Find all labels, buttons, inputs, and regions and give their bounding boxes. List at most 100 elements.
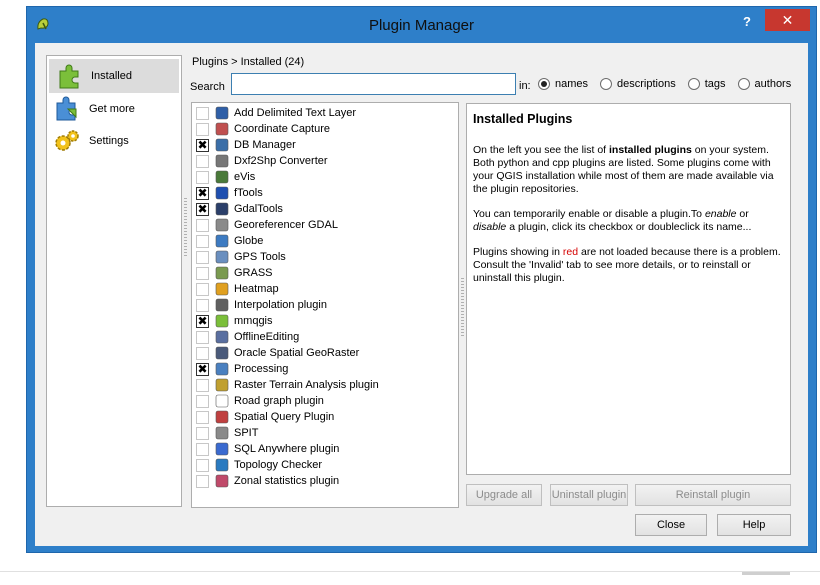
plugin-row[interactable]: OfflineEditing xyxy=(192,329,458,345)
search-input[interactable] xyxy=(231,73,516,95)
plugin-manager-window: Plugin Manager ? ✕ Installed Get more Se… xyxy=(26,6,817,553)
plugin-name: Globe xyxy=(234,235,264,247)
plugin-enable-checkbox[interactable] xyxy=(196,298,209,312)
plugin-enable-checkbox[interactable] xyxy=(196,106,209,120)
plugin-row[interactable]: ✖ mmqgis xyxy=(192,313,458,329)
nav-item-label: Get more xyxy=(89,103,135,115)
plugin-enable-checkbox[interactable] xyxy=(196,426,209,440)
plugin-row[interactable]: SPIT xyxy=(192,425,458,441)
plugin-row[interactable]: eVis xyxy=(192,169,458,185)
plugin-row[interactable]: ✖ fTools xyxy=(192,185,458,201)
category-list: Installed Get more Settings xyxy=(46,55,182,507)
plugin-row[interactable]: ✖ DB Manager xyxy=(192,137,458,153)
radio-indicator[interactable] xyxy=(687,78,700,90)
nav-splitter-handle[interactable] xyxy=(184,198,187,258)
plugin-enable-checkbox[interactable] xyxy=(196,394,209,408)
plugin-enable-checkbox[interactable] xyxy=(196,442,209,456)
radio-names[interactable]: names xyxy=(538,78,588,90)
radio-authors[interactable]: authors xyxy=(737,78,792,90)
help-button[interactable]: Help xyxy=(717,514,791,536)
plugin-row[interactable]: Interpolation plugin xyxy=(192,297,458,313)
plugin-row[interactable]: Zonal statistics plugin xyxy=(192,473,458,489)
plugin-enable-checkbox[interactable] xyxy=(196,330,209,344)
plugin-enable-checkbox[interactable] xyxy=(196,122,209,136)
radio-indicator[interactable] xyxy=(538,78,550,90)
plugin-enable-checkbox[interactable] xyxy=(196,378,209,392)
spatial-query-icon xyxy=(215,410,229,424)
plugin-enable-checkbox[interactable] xyxy=(196,218,209,232)
plugin-row[interactable]: ✖ GdalTools xyxy=(192,201,458,217)
plugin-row[interactable]: GRASS xyxy=(192,265,458,281)
plugin-enable-checkbox[interactable]: ✖ xyxy=(196,202,209,216)
nav-item-installed[interactable]: Installed xyxy=(49,59,179,93)
radio-label: tags xyxy=(704,78,726,90)
plugin-enable-checkbox[interactable] xyxy=(196,170,209,184)
nav-item-settings[interactable]: Settings xyxy=(47,125,181,157)
horizontal-scroll-thumb[interactable] xyxy=(742,572,790,575)
offline-editing-icon xyxy=(215,330,229,344)
plugin-enable-checkbox[interactable] xyxy=(196,250,209,264)
plugin-row[interactable]: Georeferencer GDAL xyxy=(192,217,458,233)
plugin-name: eVis xyxy=(234,171,256,183)
plugin-name: Topology Checker xyxy=(234,459,323,471)
upgrade-all-button[interactable]: Upgrade all xyxy=(466,484,542,506)
plugin-row[interactable]: Topology Checker xyxy=(192,457,458,473)
plugin-name: SPIT xyxy=(234,427,259,439)
gdal-icon xyxy=(215,202,229,216)
plugin-enable-checkbox[interactable]: ✖ xyxy=(196,138,209,152)
reinstall-plugin-button[interactable]: Reinstall plugin xyxy=(635,484,791,506)
plugin-enable-checkbox[interactable] xyxy=(196,458,209,472)
plugin-row[interactable]: Heatmap xyxy=(192,281,458,297)
plugin-enable-checkbox[interactable]: ✖ xyxy=(196,186,209,200)
radio-indicator[interactable] xyxy=(737,78,750,90)
plugin-name: mmqgis xyxy=(234,315,273,327)
plugin-row[interactable]: Spatial Query Plugin xyxy=(192,409,458,425)
gears-settings-icon xyxy=(55,130,79,151)
plugin-row[interactable]: GPS Tools xyxy=(192,249,458,265)
plugin-enable-checkbox[interactable] xyxy=(196,266,209,280)
plugin-name: Processing xyxy=(234,363,289,375)
radio-tags[interactable]: tags xyxy=(687,78,726,90)
nav-item-get-more[interactable]: Get more xyxy=(47,93,181,125)
plugin-row[interactable]: Raster Terrain Analysis plugin xyxy=(192,377,458,393)
plugin-row[interactable]: Add Delimited Text Layer xyxy=(192,105,458,121)
plugin-enable-checkbox[interactable] xyxy=(196,234,209,248)
plugin-enable-checkbox[interactable] xyxy=(196,474,209,488)
uninstall-plugin-button[interactable]: Uninstall plugin xyxy=(550,484,628,506)
topology-icon xyxy=(215,458,229,472)
info-heading: Installed Plugins xyxy=(473,112,573,126)
plugin-enable-checkbox[interactable] xyxy=(196,154,209,168)
grass-icon xyxy=(215,266,229,280)
plugin-row[interactable]: Coordinate Capture xyxy=(192,121,458,137)
plugin-list[interactable]: Add Delimited Text Layer Coordinate Captu… xyxy=(191,102,459,508)
plugin-enable-checkbox[interactable]: ✖ xyxy=(196,314,209,328)
window-close-button[interactable]: ✕ xyxy=(765,9,810,31)
list-splitter-handle[interactable] xyxy=(461,278,464,338)
title-bar[interactable]: Plugin Manager ? ✕ xyxy=(27,7,816,43)
plugin-enable-checkbox[interactable] xyxy=(196,346,209,360)
plugin-name: SQL Anywhere plugin xyxy=(234,443,340,455)
radio-indicator[interactable] xyxy=(600,78,613,90)
close-button[interactable]: Close xyxy=(635,514,707,536)
plugin-row[interactable]: Dxf2Shp Converter xyxy=(192,153,458,169)
plugin-name: DB Manager xyxy=(234,139,296,151)
plugin-row[interactable]: SQL Anywhere plugin xyxy=(192,441,458,457)
heatmap-icon xyxy=(215,282,229,296)
road-graph-icon xyxy=(215,394,229,408)
plugin-row[interactable]: Oracle Spatial GeoRaster xyxy=(192,345,458,361)
search-scope-radio-group: names descriptions tags authors xyxy=(538,78,803,90)
radio-label: authors xyxy=(754,78,792,90)
plugin-name: Raster Terrain Analysis plugin xyxy=(234,379,379,391)
plugin-row[interactable]: Road graph plugin xyxy=(192,393,458,409)
plugin-enable-checkbox[interactable] xyxy=(196,282,209,296)
plugin-enable-checkbox[interactable] xyxy=(196,410,209,424)
plugin-enable-checkbox[interactable]: ✖ xyxy=(196,362,209,376)
plugin-row[interactable]: ✖ Processing xyxy=(192,361,458,377)
gps-icon xyxy=(215,250,229,264)
plugin-row[interactable]: Globe xyxy=(192,233,458,249)
radio-descriptions[interactable]: descriptions xyxy=(600,78,676,90)
title-help-button[interactable]: ? xyxy=(736,12,758,32)
breadcrumb: Plugins > Installed (24) xyxy=(192,56,305,68)
plugin-name: Dxf2Shp Converter xyxy=(234,155,328,167)
search-label: Search xyxy=(190,81,225,93)
